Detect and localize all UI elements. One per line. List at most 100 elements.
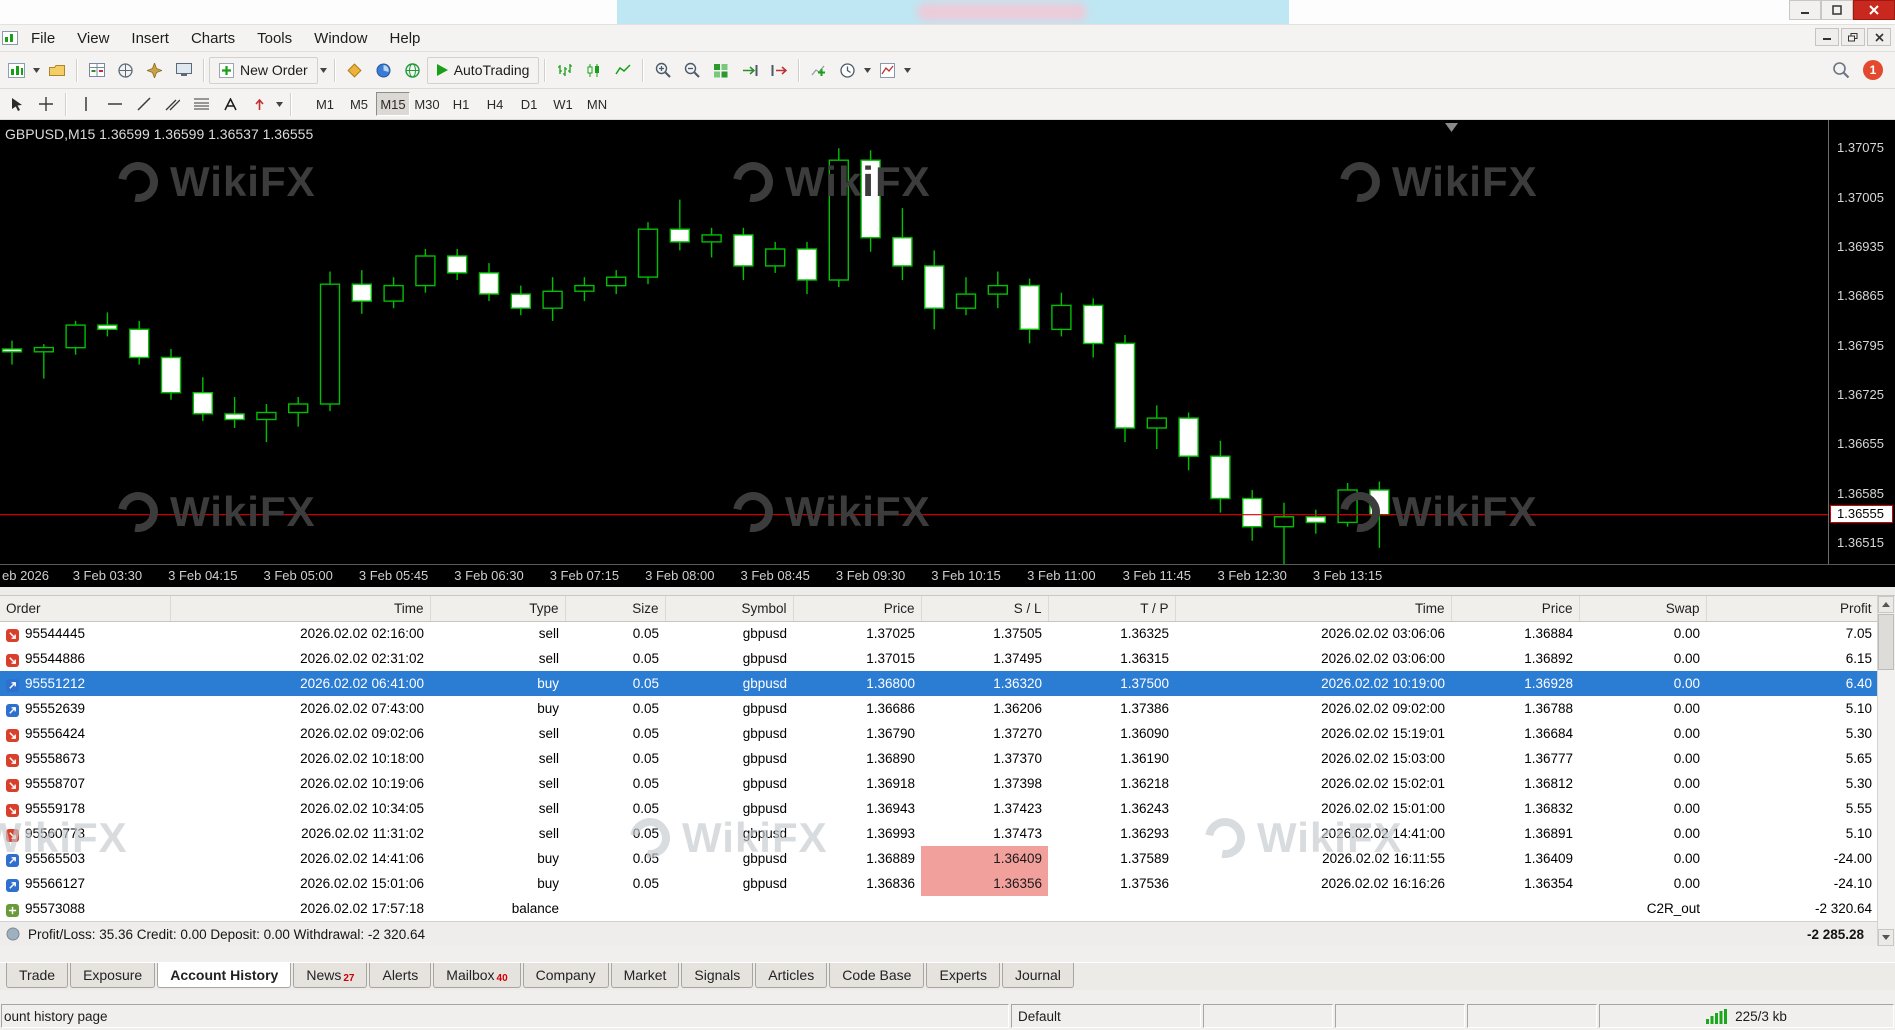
window-close-button[interactable] bbox=[1853, 0, 1895, 20]
strategy-tester-button[interactable] bbox=[369, 57, 398, 84]
column-header-time[interactable]: Time bbox=[170, 596, 430, 621]
column-header-symbol[interactable]: Symbol bbox=[665, 596, 793, 621]
indicators-button[interactable] bbox=[804, 57, 833, 84]
chart-close-button[interactable] bbox=[1867, 28, 1891, 46]
tab-company[interactable]: Company bbox=[523, 963, 609, 988]
data-window-button[interactable] bbox=[111, 57, 140, 84]
table-row[interactable]: 955526392026.02.02 07:43:00buy0.05gbpusd… bbox=[0, 696, 1878, 721]
tile-windows-button[interactable] bbox=[706, 57, 735, 84]
tab-code-base[interactable]: Code Base bbox=[829, 963, 924, 988]
crosshair-button[interactable] bbox=[31, 91, 60, 118]
cursor-button[interactable] bbox=[2, 91, 31, 118]
tab-account-history[interactable]: Account History bbox=[157, 963, 291, 988]
column-header-t-p[interactable]: T / P bbox=[1048, 596, 1175, 621]
table-row[interactable]: 955444452026.02.02 02:16:00sell0.05gbpus… bbox=[0, 621, 1878, 646]
column-header-price[interactable]: Price bbox=[793, 596, 921, 621]
timeframe-m30-button[interactable]: M30 bbox=[410, 92, 444, 116]
column-header-swap[interactable]: Swap bbox=[1579, 596, 1706, 621]
history-scrollbar[interactable] bbox=[1877, 596, 1895, 946]
window-minimize-button[interactable] bbox=[1789, 0, 1821, 20]
bar-chart-button[interactable] bbox=[550, 57, 579, 84]
periods-dropdown[interactable] bbox=[862, 58, 873, 83]
notification-badge[interactable]: 1 bbox=[1863, 60, 1883, 80]
table-row[interactable]: 955512122026.02.02 06:41:00buy0.05gbpusd… bbox=[0, 671, 1878, 696]
timeframe-h1-button[interactable]: H1 bbox=[444, 92, 478, 116]
auto-scroll-button[interactable] bbox=[735, 57, 764, 84]
zoom-in-button[interactable] bbox=[648, 57, 677, 84]
timeframe-m1-button[interactable]: M1 bbox=[308, 92, 342, 116]
tab-mailbox[interactable]: Mailbox40 bbox=[433, 963, 520, 988]
chart-shift-button[interactable] bbox=[764, 57, 793, 84]
menu-file[interactable]: File bbox=[20, 25, 66, 51]
table-row[interactable]: 955661272026.02.02 15:01:06buy0.05gbpusd… bbox=[0, 871, 1878, 896]
scrollbar-thumb[interactable] bbox=[1878, 614, 1894, 670]
navigator-button[interactable] bbox=[140, 57, 169, 84]
periods-button[interactable] bbox=[833, 57, 862, 84]
timeframe-mn-button[interactable]: MN bbox=[580, 92, 614, 116]
fibonacci-button[interactable] bbox=[187, 91, 216, 118]
new-order-button[interactable]: New Order bbox=[209, 57, 318, 84]
equidistant-channel-button[interactable] bbox=[158, 91, 187, 118]
menu-charts[interactable]: Charts bbox=[180, 25, 246, 51]
column-header-size[interactable]: Size bbox=[565, 596, 665, 621]
timeframe-m15-button[interactable]: M15 bbox=[376, 92, 410, 116]
chart-restore-button[interactable] bbox=[1841, 28, 1865, 46]
zoom-out-button[interactable] bbox=[677, 57, 706, 84]
table-row[interactable]: 955730882026.02.02 17:57:18balanceC2R_ou… bbox=[0, 896, 1878, 921]
status-profile[interactable]: Default bbox=[1011, 1004, 1201, 1028]
menu-tools[interactable]: Tools bbox=[246, 25, 303, 51]
table-row[interactable]: 955586732026.02.02 10:18:00sell0.05gbpus… bbox=[0, 746, 1878, 771]
tab-experts[interactable]: Experts bbox=[926, 963, 999, 988]
new-chart-button[interactable] bbox=[2, 57, 31, 84]
templates-dropdown[interactable] bbox=[902, 58, 913, 83]
time-axis[interactable]: eb 20263 Feb 03:303 Feb 04:153 Feb 05:00… bbox=[0, 564, 1895, 587]
tab-signals[interactable]: Signals bbox=[681, 963, 753, 988]
templates-button[interactable] bbox=[873, 57, 902, 84]
candlestick-chart-button[interactable] bbox=[579, 57, 608, 84]
tab-market[interactable]: Market bbox=[611, 963, 680, 988]
chart-minimize-button[interactable] bbox=[1815, 28, 1839, 46]
timeframe-h4-button[interactable]: H4 bbox=[478, 92, 512, 116]
menu-insert[interactable]: Insert bbox=[120, 25, 180, 51]
window-maximize-button[interactable] bbox=[1821, 0, 1853, 20]
new-chart-dropdown[interactable] bbox=[31, 58, 42, 83]
text-label-button[interactable] bbox=[216, 91, 245, 118]
horizontal-line-button[interactable] bbox=[100, 91, 129, 118]
column-header-profit[interactable]: Profit bbox=[1706, 596, 1878, 621]
trendline-button[interactable] bbox=[129, 91, 158, 118]
tab-articles[interactable]: Articles bbox=[755, 963, 827, 988]
history-table-header[interactable]: OrderTimeTypeSizeSymbolPriceS / LT / PTi… bbox=[0, 596, 1878, 621]
timeframe-d1-button[interactable]: D1 bbox=[512, 92, 546, 116]
table-row[interactable]: 955607732026.02.02 11:31:02sell0.05gbpus… bbox=[0, 821, 1878, 846]
column-header-time[interactable]: Time bbox=[1175, 596, 1451, 621]
line-chart-button[interactable] bbox=[608, 57, 637, 84]
tab-trade[interactable]: Trade bbox=[6, 963, 68, 988]
tab-alerts[interactable]: Alerts bbox=[369, 963, 431, 988]
autotrading-button[interactable]: AutoTrading bbox=[427, 57, 540, 84]
vertical-line-button[interactable] bbox=[71, 91, 100, 118]
menu-window[interactable]: Window bbox=[303, 25, 378, 51]
column-header-order[interactable]: Order bbox=[0, 596, 170, 621]
table-row[interactable]: 955448862026.02.02 02:31:02sell0.05gbpus… bbox=[0, 646, 1878, 671]
profiles-button[interactable] bbox=[42, 57, 71, 84]
chart-plot[interactable]: GBPUSD,M15 1.36599 1.36599 1.36537 1.365… bbox=[0, 120, 1895, 564]
arrows-dropdown[interactable] bbox=[274, 92, 285, 117]
column-header-price[interactable]: Price bbox=[1451, 596, 1579, 621]
metaeditor-button[interactable] bbox=[340, 57, 369, 84]
tab-journal[interactable]: Journal bbox=[1002, 963, 1074, 988]
timeframe-w1-button[interactable]: W1 bbox=[546, 92, 580, 116]
menu-help[interactable]: Help bbox=[379, 25, 432, 51]
tab-exposure[interactable]: Exposure bbox=[70, 963, 155, 988]
table-row[interactable]: 955564242026.02.02 09:02:06sell0.05gbpus… bbox=[0, 721, 1878, 746]
arrows-button[interactable] bbox=[245, 91, 274, 118]
column-header-s-l[interactable]: S / L bbox=[921, 596, 1048, 621]
timeframe-m5-button[interactable]: M5 bbox=[342, 92, 376, 116]
scroll-down-button[interactable] bbox=[1878, 929, 1894, 946]
scroll-up-button[interactable] bbox=[1878, 596, 1894, 613]
table-row[interactable]: 955591782026.02.02 10:34:05sell0.05gbpus… bbox=[0, 796, 1878, 821]
price-axis[interactable]: 1.36555 1.370751.370051.369351.368651.36… bbox=[1828, 120, 1895, 564]
menu-view[interactable]: View bbox=[66, 25, 120, 51]
table-row[interactable]: 955655032026.02.02 14:41:06buy0.05gbpusd… bbox=[0, 846, 1878, 871]
terminal-button[interactable] bbox=[169, 57, 198, 84]
column-header-type[interactable]: Type bbox=[430, 596, 565, 621]
